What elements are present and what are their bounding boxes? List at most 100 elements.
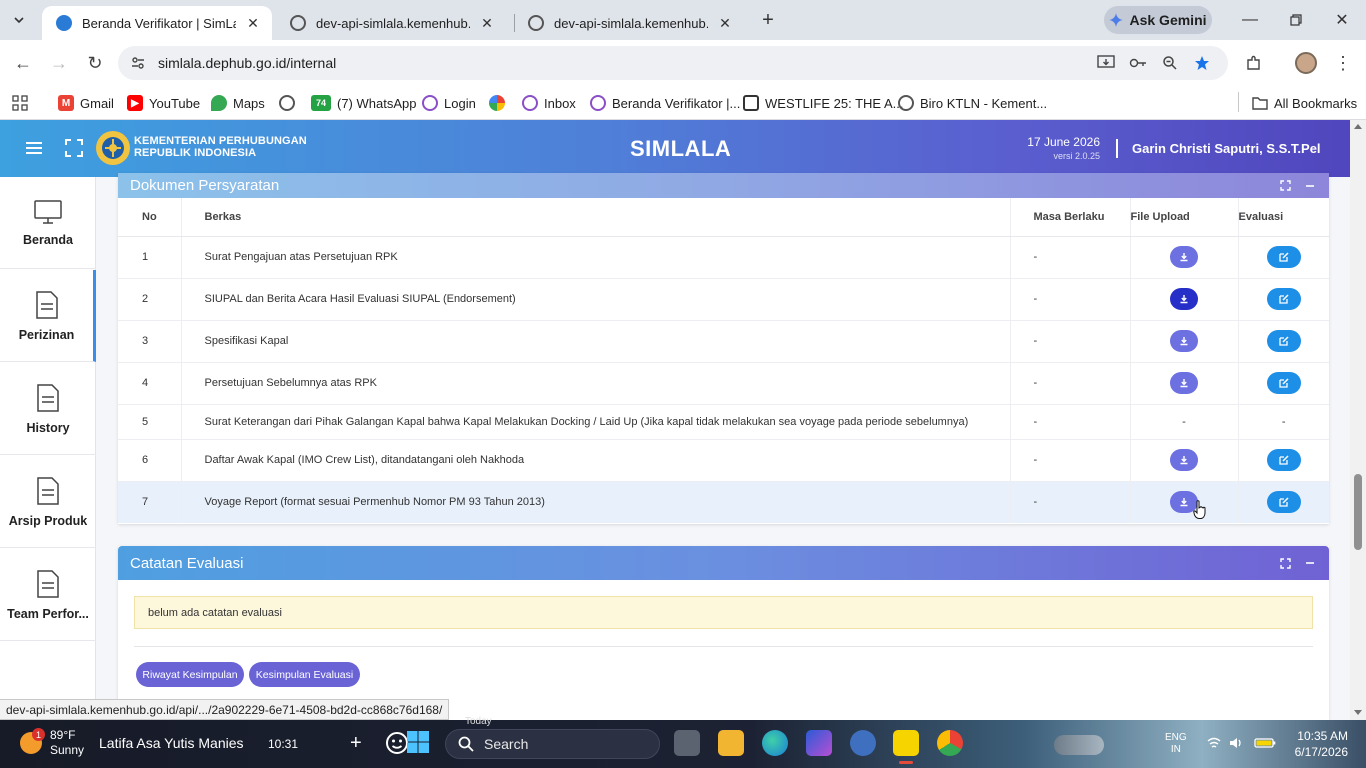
- edit-evaluation-button[interactable]: [1266, 246, 1301, 268]
- all-bookmarks-button[interactable]: All Bookmarks: [1252, 93, 1357, 113]
- volume-icon[interactable]: [1229, 736, 1243, 750]
- key-icon[interactable]: [1128, 53, 1148, 73]
- bookmark-beranda-verifikator[interactable]: Beranda Verifikator |...: [590, 93, 740, 113]
- download-button[interactable]: [1170, 246, 1198, 268]
- bookmark-inbox[interactable]: Inbox: [522, 93, 576, 113]
- sidebar-item-history[interactable]: History: [0, 363, 96, 455]
- bookmark-maps[interactable]: Maps: [211, 93, 265, 113]
- battery-icon[interactable]: [1254, 736, 1276, 750]
- bookmark-login[interactable]: Login: [422, 93, 476, 113]
- download-button[interactable]: [1170, 372, 1198, 394]
- copilot-app-icon[interactable]: [806, 730, 832, 756]
- sidebar-item-beranda[interactable]: Beranda: [0, 177, 96, 269]
- fullscreen-icon[interactable]: [64, 138, 84, 158]
- edit-evaluation-button[interactable]: [1266, 288, 1301, 310]
- current-date: 17 June 2026: [1027, 135, 1100, 149]
- windows-start-icon[interactable]: [406, 730, 432, 756]
- weather-widget[interactable]: 1 89°F Sunny: [20, 728, 84, 758]
- restore-window-icon[interactable]: [1284, 8, 1308, 32]
- system-clock[interactable]: 10:35 AM 6/17/2026: [1295, 728, 1348, 760]
- profile-avatar[interactable]: [1293, 50, 1319, 76]
- bookmark-globe[interactable]: [279, 93, 301, 113]
- taskbar-search[interactable]: Search: [445, 729, 1104, 759]
- bookmarks-bar: M Gmail ▶ YouTube Maps 74 (7) WhatsApp Logi…: [0, 86, 1366, 120]
- row-eval-empty: -: [1238, 403, 1329, 439]
- inbox-favicon-icon: [522, 95, 538, 111]
- tab-search-icon[interactable]: [6, 7, 32, 33]
- sidebar-item-arsip-produk[interactable]: Arsip Produk: [0, 456, 96, 548]
- scroll-up-icon[interactable]: [1354, 124, 1362, 129]
- news-headline[interactable]: Latifa Asa Yutis Manies: [99, 735, 244, 751]
- file-explorer-icon[interactable]: [718, 730, 744, 756]
- bookmark-westlife[interactable]: WESTLIFE 25: THE A...: [743, 93, 903, 113]
- hamburger-menu-icon[interactable]: [24, 138, 44, 158]
- row-number: 7: [118, 480, 182, 523]
- page-scrollbar[interactable]: [1350, 120, 1366, 720]
- search-highlight-icon: [1054, 735, 1104, 755]
- site-info-icon[interactable]: [128, 53, 148, 73]
- globe-icon: [290, 15, 306, 31]
- user-name[interactable]: Garin Christi Saputri, S.S.T.Pel: [1132, 141, 1321, 156]
- chrome-icon[interactable]: [937, 730, 963, 756]
- sidebar-item-team-performance[interactable]: Team Perfor...: [0, 549, 96, 641]
- close-tab-icon[interactable]: ✕: [716, 14, 734, 32]
- address-bar[interactable]: simlala.dephub.go.id/internal: [118, 46, 1228, 80]
- close-window-icon[interactable]: ✕: [1330, 8, 1354, 32]
- close-tab-icon[interactable]: ✕: [244, 14, 262, 32]
- chrome-menu-icon[interactable]: ⋮: [1330, 50, 1356, 76]
- app-title: SIMLALA: [630, 136, 732, 161]
- scrollbar-thumb[interactable]: [1354, 474, 1362, 550]
- bookmark-pinwheel[interactable]: [489, 93, 511, 113]
- minimize-window-icon[interactable]: —: [1238, 8, 1262, 32]
- tab-title: dev-api-simlala.kemenhub.go.id: [554, 15, 708, 31]
- download-button[interactable]: [1170, 449, 1198, 471]
- bookmark-star-icon[interactable]: [1192, 53, 1212, 73]
- close-tab-icon[interactable]: ✕: [478, 14, 496, 32]
- collapse-icon[interactable]: [1305, 558, 1315, 568]
- bookmark-biro-ktln[interactable]: Biro KTLN - Kement...: [898, 93, 1047, 113]
- browser-tab-devapi-2[interactable]: dev-api-simlala.kemenhub.go.id ✕: [514, 6, 744, 40]
- camera-icon[interactable]: [850, 730, 876, 756]
- kesimpulan-evaluasi-button[interactable]: Kesimpulan Evaluasi: [249, 662, 360, 687]
- sidebar-item-label: Team Perfor...: [7, 606, 89, 621]
- gmail-icon: M: [58, 95, 74, 111]
- browser-tab-devapi-1[interactable]: dev-api-simlala.kemenhub.go.id ✕: [276, 6, 506, 40]
- edit-evaluation-button[interactable]: [1266, 372, 1301, 394]
- edge-icon[interactable]: [762, 730, 788, 756]
- edit-evaluation-button[interactable]: [1266, 330, 1301, 352]
- browser-tab-strip: Beranda Verifikator | SimLala ✕ dev-api-…: [0, 0, 1366, 40]
- edit-evaluation-button[interactable]: [1266, 449, 1301, 471]
- add-widget-icon[interactable]: +: [350, 732, 362, 755]
- sticky-notes-icon[interactable]: [893, 730, 919, 764]
- edit-evaluation-button[interactable]: [1266, 491, 1301, 514]
- riwayat-kesimpulan-button[interactable]: Riwayat Kesimpulan: [136, 662, 244, 687]
- back-arrow-icon[interactable]: ←: [10, 50, 36, 76]
- browser-tab-simlala[interactable]: Beranda Verifikator | SimLala ✕: [42, 6, 272, 40]
- download-icon: [1180, 456, 1188, 465]
- ask-gemini-button[interactable]: Ask Gemini: [1104, 6, 1212, 34]
- table-row: 7 Voyage Report (format sesuai Permenhub…: [118, 480, 1329, 523]
- zoom-icon[interactable]: [1160, 53, 1180, 73]
- new-tab-button[interactable]: +: [756, 8, 780, 32]
- install-app-icon[interactable]: [1096, 53, 1116, 73]
- download-icon: [1180, 295, 1188, 304]
- task-view-icon[interactable]: [674, 730, 700, 756]
- scroll-down-icon[interactable]: [1354, 710, 1362, 715]
- maximize-icon[interactable]: [1280, 557, 1291, 569]
- wifi-icon[interactable]: [1207, 736, 1221, 750]
- download-button[interactable]: [1170, 288, 1198, 310]
- apps-grid-icon[interactable]: [12, 93, 28, 113]
- bookmark-gmail[interactable]: M Gmail: [58, 93, 114, 113]
- app-header: KEMENTERIAN PERHUBUNGAN REPUBLIK INDONES…: [0, 120, 1350, 177]
- row-berkas: Voyage Report (format sesuai Permenhub N…: [181, 480, 1011, 523]
- bookmark-youtube[interactable]: ▶ YouTube: [127, 93, 200, 113]
- collapse-icon[interactable]: [1305, 181, 1315, 191]
- input-language[interactable]: ENG IN: [1165, 732, 1187, 756]
- reload-icon[interactable]: ↻: [82, 50, 108, 76]
- forward-arrow-icon[interactable]: →: [46, 50, 72, 76]
- sidebar-item-perizinan[interactable]: Perizinan: [0, 270, 96, 362]
- bookmark-whatsapp[interactable]: 74 (7) WhatsApp: [311, 93, 416, 113]
- extensions-icon[interactable]: [1241, 50, 1267, 76]
- maximize-icon[interactable]: [1280, 180, 1291, 191]
- download-button[interactable]: [1170, 330, 1198, 352]
